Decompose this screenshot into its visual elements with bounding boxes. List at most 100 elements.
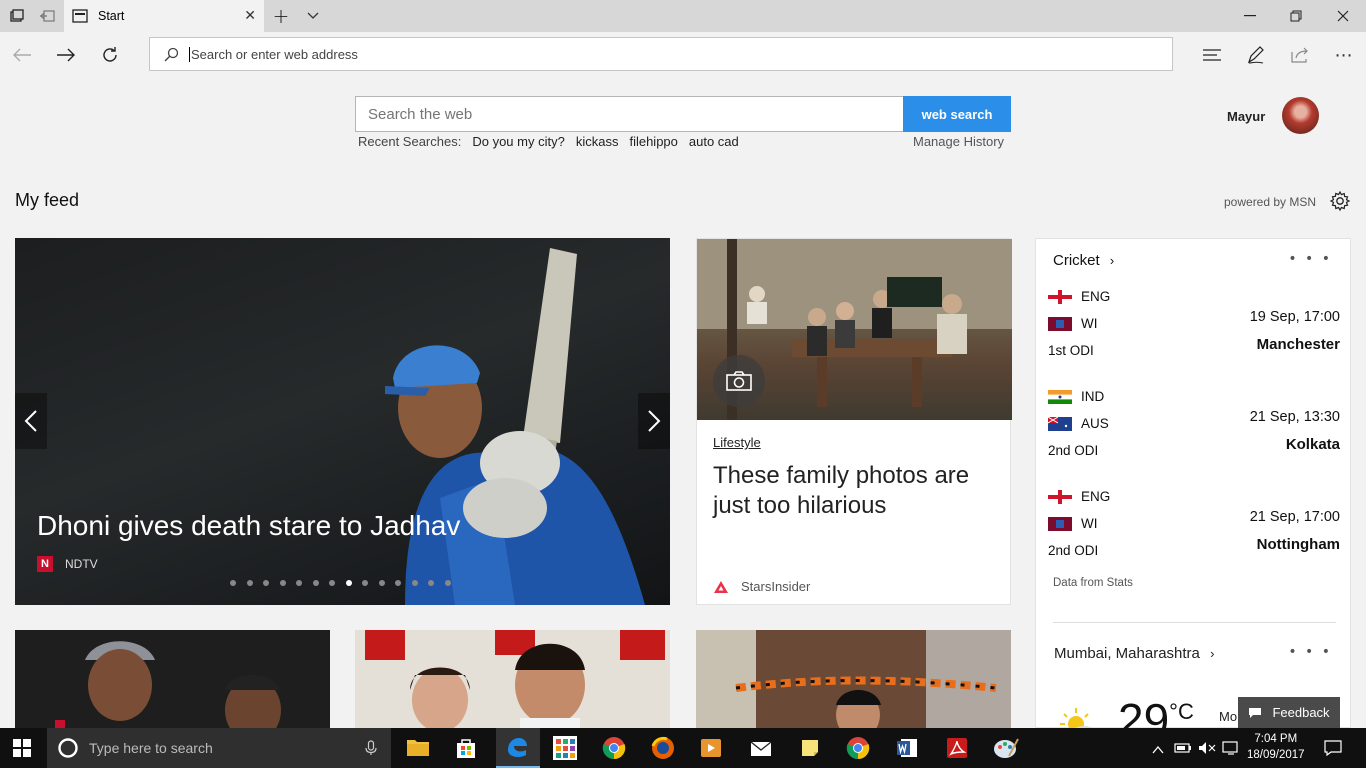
close-window-button[interactable]	[1325, 0, 1361, 32]
team-name: IND	[1081, 389, 1105, 404]
carousel-dot[interactable]	[411, 580, 418, 586]
firefox-icon[interactable]	[651, 736, 677, 760]
divider	[1053, 622, 1336, 623]
carousel-dot[interactable]	[428, 580, 434, 586]
cricket-more-icon[interactable]: • • •	[1288, 251, 1332, 267]
cricket-title[interactable]: Cricket ›	[1053, 252, 1114, 269]
match-team: ENG	[1048, 489, 1110, 504]
share-icon[interactable]	[1284, 40, 1316, 70]
carousel-dot[interactable]	[395, 580, 401, 586]
carousel-dot[interactable]	[362, 580, 368, 586]
store-icon[interactable]	[454, 736, 480, 760]
carousel-dot[interactable]	[378, 580, 385, 586]
match-series: 1st ODI	[1048, 343, 1094, 358]
battery-icon[interactable]	[1174, 740, 1192, 759]
match-team: ENG	[1048, 289, 1110, 304]
hero-carousel[interactable]	[15, 238, 670, 605]
team-name: WI	[1081, 516, 1098, 531]
feedback-button[interactable]: Feedback	[1238, 697, 1340, 728]
match-team: IND	[1048, 389, 1104, 404]
back-button[interactable]	[6, 40, 38, 70]
clock-date: 18/09/2017	[1247, 749, 1305, 761]
manage-history-link[interactable]: Manage History	[913, 134, 1004, 149]
word-icon[interactable]	[895, 736, 921, 760]
cricket-match[interactable]: ENG WI 2nd ODI 21 Sep, 17:00 Nottingham	[1048, 487, 1340, 577]
cricket-data-source: Data from Stats	[1053, 577, 1133, 589]
paint-icon[interactable]	[993, 736, 1019, 760]
refresh-button[interactable]	[94, 40, 126, 70]
recent-searches-label: Recent Searches:	[358, 134, 462, 149]
acrobat-icon[interactable]	[945, 736, 971, 760]
carousel-dot[interactable]	[444, 580, 451, 586]
close-tab-icon[interactable]: ✕	[244, 8, 256, 24]
starsinsider-logo-icon	[714, 580, 728, 593]
recent-search-link[interactable]: filehippo	[629, 134, 677, 149]
news-card[interactable]	[355, 630, 670, 728]
recent-search-link[interactable]: auto cad	[689, 134, 739, 149]
news-card[interactable]	[15, 630, 330, 728]
microphone-icon[interactable]	[365, 740, 377, 756]
match-date: 21 Sep, 17:00	[1249, 509, 1340, 525]
news-card-headline[interactable]: These family photos are just too hilario…	[713, 461, 998, 521]
web-search-box[interactable]	[355, 96, 904, 132]
recent-search-link[interactable]: kickass	[576, 134, 619, 149]
west-indies-flag-icon	[1048, 316, 1072, 331]
taskbar-search-box[interactable]: Type here to search	[47, 728, 391, 768]
tab-previews-chevron-icon[interactable]	[302, 0, 324, 32]
cricket-match[interactable]: ENG WI 1st ODI 19 Sep, 17:00 Manchester	[1048, 287, 1340, 377]
new-tab-icon[interactable]: +	[270, 0, 292, 32]
minimize-button[interactable]	[1232, 0, 1268, 32]
weather-temp-unit: °C	[1169, 699, 1194, 724]
carousel-prev-icon[interactable]	[15, 393, 47, 449]
volume-muted-icon[interactable]	[1198, 740, 1216, 759]
tab-manager-icon[interactable]	[4, 0, 30, 32]
set-aside-tabs-icon[interactable]	[34, 0, 60, 32]
carousel-dot[interactable]	[312, 580, 319, 586]
apps-grid-icon[interactable]	[553, 736, 579, 760]
carousel-dot[interactable]	[345, 580, 352, 586]
news-card[interactable]: Lifestyle These family photos are just t…	[696, 238, 1012, 605]
carousel-dot[interactable]	[279, 580, 286, 586]
address-bar[interactable]: Search or enter web address	[149, 37, 1173, 71]
news-card[interactable]	[696, 630, 1011, 728]
carousel-dot[interactable]	[230, 580, 236, 586]
avatar[interactable]	[1282, 97, 1319, 134]
recent-search-link[interactable]: Do you my city?	[472, 134, 564, 149]
forward-button[interactable]	[50, 40, 82, 70]
action-center-icon[interactable]	[1324, 740, 1342, 760]
weather-location[interactable]: Mumbai, Maharashtra ›	[1054, 645, 1214, 662]
user-name[interactable]: Mayur	[1227, 109, 1265, 124]
chrome-icon[interactable]	[846, 736, 872, 760]
team-name: ENG	[1081, 489, 1111, 504]
weather-more-icon[interactable]: • • •	[1288, 644, 1332, 660]
carousel-dot[interactable]	[296, 580, 302, 586]
tab-start[interactable]: Start ✕	[64, 0, 264, 32]
windows-start-icon[interactable]	[12, 738, 34, 760]
carousel-dot[interactable]	[246, 580, 253, 586]
hero-image	[385, 248, 645, 605]
sticky-notes-icon[interactable]	[798, 736, 824, 760]
carousel-dot[interactable]	[263, 580, 269, 586]
carousel-dot[interactable]	[329, 580, 335, 586]
file-explorer-icon[interactable]	[405, 736, 431, 760]
carousel-next-icon[interactable]	[638, 393, 670, 449]
show-hidden-icons-chevron-icon[interactable]	[1152, 740, 1164, 759]
hub-icon[interactable]	[1196, 40, 1228, 70]
clock[interactable]: 7:04 PM 18/09/2017	[1247, 731, 1305, 763]
chrome-icon[interactable]	[602, 736, 628, 760]
cricket-match[interactable]: IND AUS 2nd ODI 21 Sep, 13:30 Kolkata	[1048, 387, 1340, 477]
web-search-button[interactable]: web search	[903, 96, 1011, 132]
news-card-category[interactable]: Lifestyle	[713, 435, 761, 450]
network-icon[interactable]	[1222, 740, 1240, 759]
more-options-icon[interactable]: ⋯	[1328, 40, 1360, 70]
mail-icon[interactable]	[749, 736, 775, 760]
carousel-dots	[230, 580, 451, 586]
restore-button[interactable]	[1278, 0, 1314, 32]
edge-browser-icon[interactable]	[505, 736, 531, 760]
media-player-icon[interactable]	[699, 736, 725, 760]
hero-headline[interactable]: Dhoni gives death stare to Jadhav	[37, 510, 460, 542]
recent-searches: Recent Searches: Do you my city? kickass…	[358, 134, 739, 149]
web-note-icon[interactable]	[1240, 40, 1272, 70]
gear-icon[interactable]	[1329, 190, 1351, 212]
web-search-input[interactable]	[356, 97, 903, 131]
